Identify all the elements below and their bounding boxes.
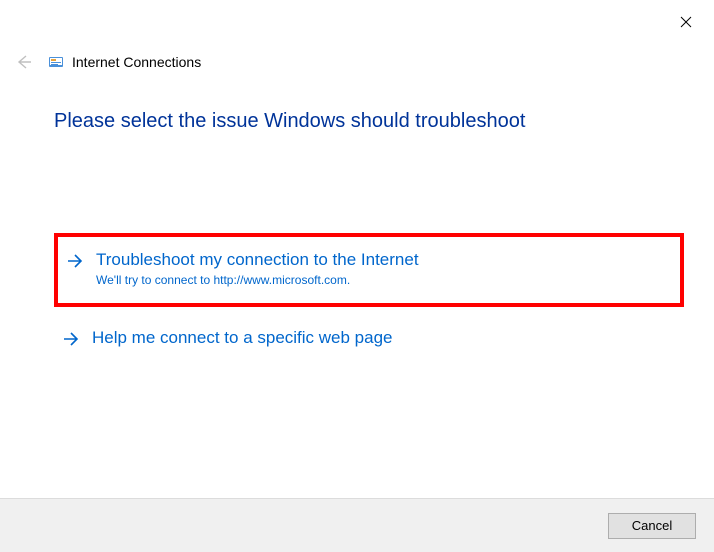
option-troubleshoot-internet[interactable]: Troubleshoot my connection to the Intern… bbox=[54, 233, 684, 307]
option-subtitle: We'll try to connect to http://www.micro… bbox=[96, 273, 419, 287]
close-button[interactable] bbox=[678, 14, 694, 30]
arrow-right-icon bbox=[60, 329, 80, 349]
cancel-button[interactable]: Cancel bbox=[608, 513, 696, 539]
window-title: Internet Connections bbox=[72, 54, 201, 70]
footer-bar: Cancel bbox=[0, 498, 714, 552]
option-title: Troubleshoot my connection to the Intern… bbox=[96, 249, 419, 271]
troubleshooter-icon bbox=[48, 54, 64, 70]
header-bar: Internet Connections bbox=[14, 52, 201, 72]
arrow-right-icon bbox=[64, 251, 84, 271]
content-area: Please select the issue Windows should t… bbox=[54, 110, 684, 369]
close-icon bbox=[680, 16, 692, 28]
option-title: Help me connect to a specific web page bbox=[92, 327, 393, 349]
option-specific-webpage[interactable]: Help me connect to a specific web page bbox=[54, 317, 684, 359]
page-heading: Please select the issue Windows should t… bbox=[54, 110, 684, 133]
option-text: Help me connect to a specific web page bbox=[92, 327, 393, 349]
back-button bbox=[14, 52, 34, 72]
arrow-left-icon bbox=[14, 52, 34, 72]
option-text: Troubleshoot my connection to the Intern… bbox=[96, 249, 419, 287]
title-group: Internet Connections bbox=[48, 54, 201, 70]
